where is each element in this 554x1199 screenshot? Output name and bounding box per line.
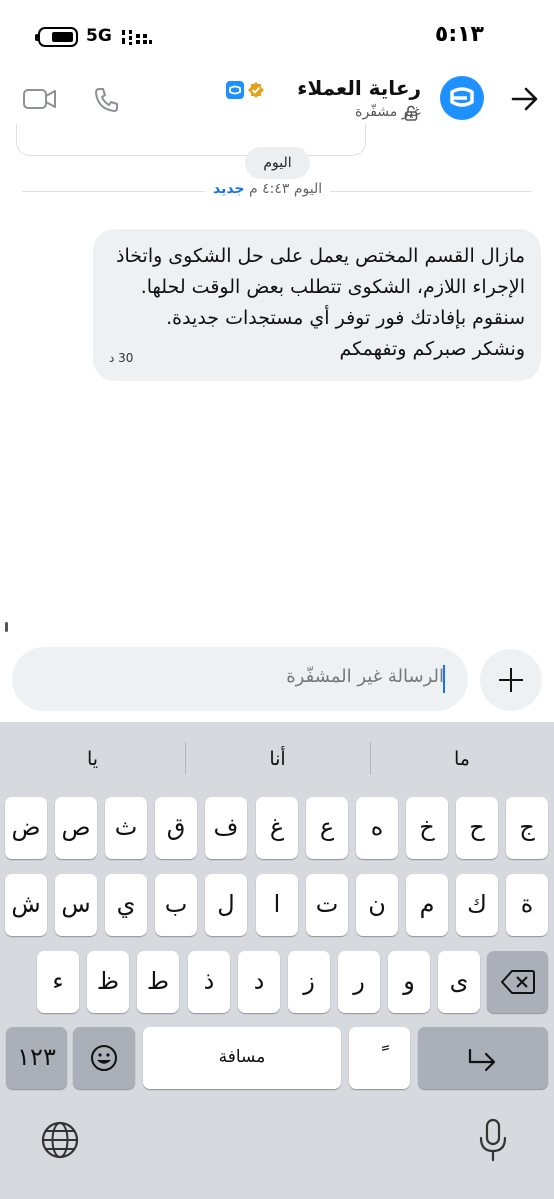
verified-badge-icon — [248, 82, 264, 98]
key-row1-6[interactable]: ف — [205, 797, 247, 859]
new-messages-label: اليوم ٤:٤٣ م جديد — [205, 181, 331, 197]
message-text: مازال القسم المختص يعمل على حل الشكوى وا… — [116, 245, 525, 360]
keyboard: ما أنا يا ١٢٣ مسافة ً جحخهعغفقثصض ةكمنتال… — [0, 722, 554, 1199]
key-row1-0[interactable]: ج — [506, 797, 548, 859]
emoji-key[interactable] — [73, 1027, 135, 1089]
incoming-message-bubble[interactable]: مازال القسم المختص يعمل على حل الشكوى وا… — [93, 229, 541, 381]
key-row1-5[interactable]: غ — [256, 797, 298, 859]
suggestion-2[interactable]: أنا — [185, 722, 370, 796]
key-row3-7[interactable]: ظ — [87, 951, 129, 1013]
clock: ٥:١٣ — [434, 22, 484, 47]
backspace-icon — [501, 970, 535, 994]
date-chip: اليوم — [245, 147, 310, 179]
key-row3-6[interactable]: ط — [137, 951, 179, 1013]
suggestion-1[interactable]: ما — [370, 722, 554, 796]
globe-icon[interactable] — [40, 1120, 80, 1160]
key-row3-1[interactable]: و — [388, 951, 430, 1013]
key-row1-1[interactable]: ح — [456, 797, 498, 859]
message-input[interactable]: الرسالة غير المشفّرة — [12, 647, 468, 711]
key-row3-2[interactable]: ر — [338, 951, 380, 1013]
chat-header: رعاية العملاء غير مشفّرة — [0, 72, 554, 132]
key-row2-1[interactable]: ك — [456, 874, 498, 936]
brand-logo-icon — [450, 87, 474, 107]
suggestion-divider — [370, 742, 371, 774]
key-row1-4[interactable]: ع — [306, 797, 348, 859]
key-row2-8[interactable]: ي — [105, 874, 147, 936]
key-row2-5[interactable]: ا — [256, 874, 298, 936]
contact-avatar[interactable] — [440, 76, 484, 120]
key-row2-10[interactable]: ش — [5, 874, 47, 936]
numbers-key[interactable]: ١٢٣ — [6, 1027, 67, 1089]
contact-name[interactable]: رعاية العملاء — [297, 76, 421, 100]
back-arrow-icon[interactable] — [510, 84, 540, 114]
key-row2-7[interactable]: ب — [155, 874, 197, 936]
lock-icon — [404, 105, 418, 121]
text-cursor — [443, 665, 445, 693]
key-row3-8[interactable]: ء — [37, 951, 79, 1013]
divider-timestamp: اليوم ٤:٤٣ م — [248, 181, 323, 197]
tanween-key[interactable]: ً — [349, 1027, 410, 1089]
key-row3-5[interactable]: ذ — [188, 951, 230, 1013]
message-time: 30 د — [109, 351, 134, 365]
microphone-icon[interactable] — [478, 1118, 508, 1162]
key-row2-4[interactable]: ت — [306, 874, 348, 936]
key-row1-2[interactable]: خ — [406, 797, 448, 859]
enter-icon — [468, 1048, 496, 1072]
key-row3-0[interactable]: ى — [438, 951, 480, 1013]
key-row2-0[interactable]: ة — [506, 874, 548, 936]
key-row2-2[interactable]: م — [406, 874, 448, 936]
status-bar: 5G ٥:١٣ — [0, 0, 554, 72]
key-row2-6[interactable]: ل — [205, 874, 247, 936]
key-row3-3[interactable]: ز — [288, 951, 330, 1013]
key-row1-3[interactable]: ه — [356, 797, 398, 859]
previous-message-bubble — [16, 124, 366, 156]
attach-plus-icon[interactable] — [480, 649, 542, 711]
key-row1-10[interactable]: ض — [5, 797, 47, 859]
battery-icon — [35, 27, 78, 47]
key-row1-9[interactable]: ص — [55, 797, 97, 859]
video-camera-icon[interactable] — [22, 85, 58, 113]
space-key[interactable]: مسافة — [143, 1027, 341, 1089]
suggestion-divider — [185, 742, 186, 774]
input-placeholder: الرسالة غير المشفّرة — [286, 666, 444, 687]
brand-badge-icon — [226, 81, 244, 99]
key-row1-8[interactable]: ث — [105, 797, 147, 859]
key-row2-9[interactable]: س — [55, 874, 97, 936]
new-word: جديد — [213, 181, 245, 197]
emoji-icon — [91, 1045, 117, 1071]
backspace-key[interactable] — [487, 951, 548, 1013]
key-row2-3[interactable]: ن — [356, 874, 398, 936]
key-row3-4[interactable]: د — [238, 951, 280, 1013]
network-type: 5G — [86, 26, 112, 46]
suggestion-3[interactable]: يا — [0, 722, 185, 796]
phone-icon[interactable] — [92, 85, 122, 115]
signal-icon — [122, 30, 152, 45]
key-row1-7[interactable]: ق — [155, 797, 197, 859]
enter-key[interactable] — [418, 1027, 548, 1089]
scroll-indicator — [5, 622, 8, 632]
